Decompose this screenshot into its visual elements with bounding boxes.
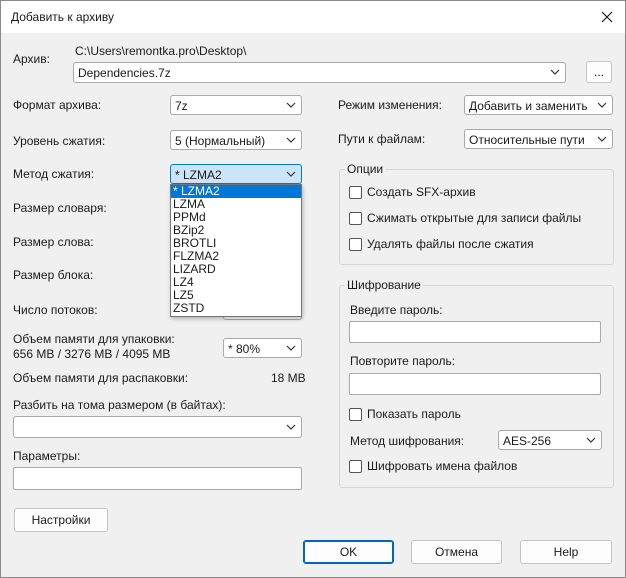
browse-button[interactable]: ...: [586, 61, 612, 83]
format-value: 7z: [175, 99, 188, 113]
help-button-label: Help: [553, 545, 579, 559]
repeat-password-input[interactable]: [349, 373, 601, 395]
split-volumes-combo[interactable]: [13, 416, 302, 438]
memory-unpack-label: Объем памяти для распаковки:: [13, 371, 189, 385]
encrypt-names-checkbox[interactable]: Шифровать имена файлов: [349, 459, 517, 473]
compress-shared-checkbox[interactable]: Сжимать открытые для записи файлы: [349, 211, 581, 225]
method-combo[interactable]: * LZMA2: [170, 164, 302, 184]
paths-label: Пути к файлам:: [338, 132, 426, 146]
update-mode-label: Режим изменения:: [338, 98, 442, 112]
show-password-checkbox-label: Показать пароль: [367, 407, 461, 421]
chevron-down-icon: [597, 102, 607, 108]
delete-after-checkbox[interactable]: Удалять файлы после сжатия: [349, 237, 534, 251]
method-dropdown-list: * LZMA2 LZMA PPMd BZip2 BROTLI FLZMA2 LI…: [170, 184, 302, 317]
method-value: * LZMA2: [175, 168, 222, 182]
memory-pack-label: Объем памяти для упаковки:: [13, 332, 175, 346]
close-button[interactable]: [593, 4, 621, 30]
chevron-down-icon: [286, 171, 296, 177]
method-option[interactable]: ZSTD: [171, 302, 301, 315]
show-password-checkbox-box[interactable]: [349, 407, 362, 421]
chevron-down-icon: [586, 437, 596, 443]
archive-path: C:\Users\remontka.pro\Desktop\: [75, 44, 247, 58]
enter-password-label: Введите пароль:: [350, 303, 443, 317]
ok-button[interactable]: OK: [303, 540, 394, 564]
update-mode-combo[interactable]: Добавить и заменить: [464, 95, 613, 115]
browse-button-label: ...: [593, 65, 604, 79]
archive-label: Архив:: [13, 52, 50, 66]
chevron-down-icon: [286, 102, 296, 108]
encryption-method-value: AES-256: [503, 434, 552, 448]
encryption-method-label: Метод шифрования:: [350, 434, 465, 448]
memory-percent-value: * 80%: [228, 342, 261, 356]
level-combo[interactable]: 5 (Нормальный): [170, 130, 302, 150]
compress-shared-checkbox-box[interactable]: [349, 211, 362, 225]
format-combo[interactable]: 7z: [170, 95, 302, 115]
memory-percent-combo[interactable]: * 80%: [223, 338, 302, 358]
settings-button[interactable]: Настройки: [14, 508, 108, 532]
memory-pack-values: 656 MB / 3276 MB / 4095 MB: [13, 347, 171, 361]
window-title: Добавить к архиву: [11, 10, 114, 24]
chevron-down-icon: [286, 345, 296, 351]
archive-filename-combo[interactable]: Dependencies.7z: [73, 62, 566, 83]
password-input[interactable]: [349, 321, 601, 343]
close-icon: [601, 11, 613, 23]
help-button[interactable]: Help: [520, 540, 612, 564]
parameters-input[interactable]: [13, 467, 302, 490]
sfx-checkbox[interactable]: Создать SFX-архив: [349, 185, 476, 199]
chevron-down-icon: [286, 424, 296, 430]
method-label: Метод сжатия:: [13, 167, 95, 181]
format-label: Формат архива:: [13, 98, 102, 112]
repeat-password-label: Повторите пароль:: [350, 354, 456, 368]
encrypt-names-checkbox-label: Шифровать имена файлов: [367, 459, 518, 473]
title-bar: Добавить к архиву: [1, 1, 625, 33]
encryption-method-combo[interactable]: AES-256: [498, 430, 602, 450]
dictionary-size-label: Размер словаря:: [13, 201, 107, 215]
threads-label: Число потоков:: [13, 303, 98, 317]
parameters-label: Параметры:: [13, 449, 81, 463]
archive-filename-value: Dependencies.7z: [78, 66, 171, 80]
cancel-button-label: Отмена: [434, 545, 479, 559]
settings-button-label: Настройки: [31, 513, 91, 527]
block-size-label: Размер блока:: [13, 268, 94, 282]
word-size-label: Размер слова:: [13, 235, 94, 249]
level-value: 5 (Нормальный): [175, 134, 266, 148]
paths-combo[interactable]: Относительные пути: [464, 129, 613, 149]
chevron-down-icon: [286, 137, 296, 143]
update-mode-value: Добавить и заменить: [469, 99, 588, 113]
chevron-down-icon: [597, 136, 607, 142]
sfx-checkbox-label: Создать SFX-архив: [367, 185, 476, 199]
delete-after-checkbox-box[interactable]: [349, 237, 362, 251]
compress-shared-checkbox-label: Сжимать открытые для записи файлы: [367, 211, 582, 225]
encrypt-names-checkbox-box[interactable]: [349, 459, 362, 473]
add-to-archive-dialog: Добавить к архиву Архив: C:\Users\remont…: [0, 0, 626, 578]
chevron-down-icon: [550, 69, 560, 75]
delete-after-checkbox-label: Удалять файлы после сжатия: [367, 237, 534, 251]
encryption-group-title: Шифрование: [345, 278, 423, 292]
sfx-checkbox-box[interactable]: [349, 185, 362, 199]
level-label: Уровень сжатия:: [13, 134, 106, 148]
split-volumes-label: Разбить на тома размером (в байтах):: [13, 398, 226, 412]
ok-button-label: OK: [339, 545, 358, 559]
paths-value: Относительные пути: [469, 133, 585, 147]
cancel-button[interactable]: Отмена: [411, 540, 502, 564]
memory-unpack-value: 18 MB: [271, 371, 306, 385]
options-group-title: Опции: [345, 162, 386, 176]
show-password-checkbox[interactable]: Показать пароль: [349, 407, 461, 421]
